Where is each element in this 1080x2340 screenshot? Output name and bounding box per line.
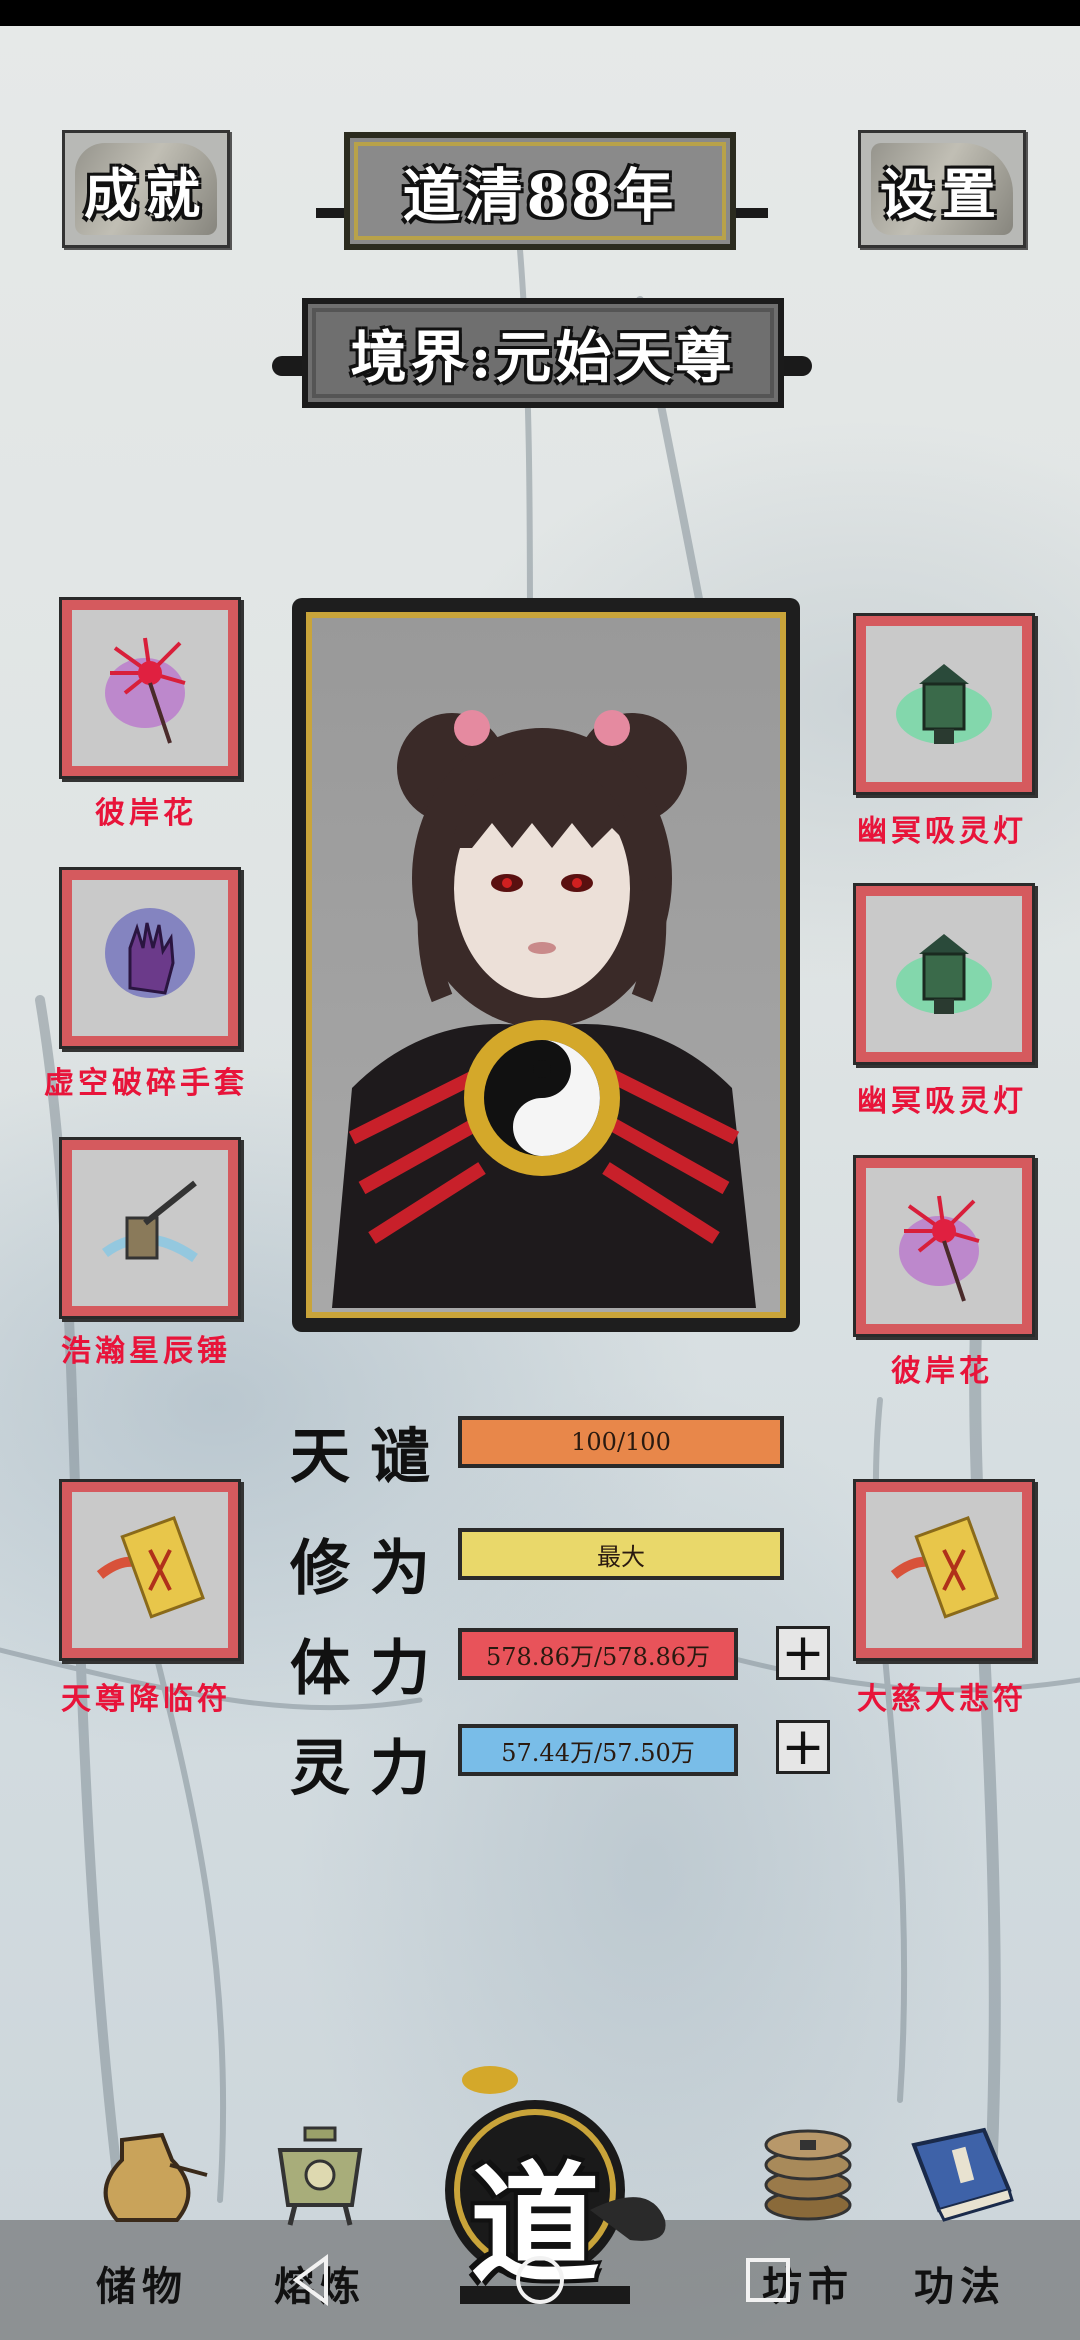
equipment-slot-left-2[interactable]	[62, 870, 238, 1046]
coins-icon	[764, 2129, 852, 2221]
slot-label: 彼岸花	[891, 1354, 993, 1389]
status-bar	[0, 0, 1080, 26]
stat-bar: 最大	[458, 1528, 784, 1580]
nav-storage-label: 储物	[96, 2263, 188, 2310]
slot-label: 虚空破碎手套	[44, 1066, 248, 1101]
talisman-icon	[890, 1516, 999, 1619]
spider-lily-icon	[105, 637, 186, 744]
stat-value: 57.44万/57.50万	[501, 1738, 695, 1767]
stat-label: 体力	[290, 1634, 450, 1704]
nav-skills[interactable]: 功法	[880, 2120, 1040, 2310]
add-stamina-button[interactable]: +	[776, 1626, 830, 1680]
equipment-slot-right-3[interactable]	[856, 1158, 1032, 1334]
equipment-slot-left-4[interactable]	[62, 1482, 238, 1658]
equipment-slot-right-4[interactable]	[856, 1482, 1032, 1658]
spider-lily-icon	[899, 1195, 980, 1302]
void-gauntlet-icon	[105, 908, 195, 998]
stat-value: 100/100	[571, 1428, 671, 1456]
talisman-icon	[96, 1516, 205, 1619]
stat-label: 修为	[290, 1534, 450, 1604]
slot-label: 幽冥吸灵灯	[857, 1084, 1027, 1119]
stat-bar: 57.44万/57.50万	[458, 1724, 738, 1776]
character-portrait-frame	[292, 598, 800, 1332]
slot-label: 天尊降临符	[61, 1682, 231, 1717]
slot-label: 大慈大悲符	[857, 1682, 1027, 1717]
character-avatar	[332, 710, 756, 1308]
nav-storage[interactable]: 储物	[62, 2120, 222, 2310]
achievements-button[interactable]: 成就	[62, 130, 230, 248]
slot-label: 彼岸花	[95, 796, 197, 831]
character-portrait[interactable]	[306, 612, 786, 1318]
pouch-icon	[103, 2132, 208, 2222]
stat-value: 578.86万/578.86万	[485, 1642, 711, 1671]
settings-label: 设置	[880, 161, 1004, 226]
book-icon	[911, 2127, 1014, 2222]
equipment-slot-right-1[interactable]	[856, 616, 1032, 792]
system-back-icon[interactable]	[282, 2250, 342, 2310]
add-spirit-button[interactable]: +	[776, 1720, 830, 1774]
system-recents-icon[interactable]	[738, 2250, 798, 2310]
spirit-lamp-icon	[896, 664, 992, 744]
slot-label: 浩瀚星辰锤	[61, 1334, 231, 1369]
settings-button[interactable]: 设置	[858, 130, 1026, 248]
spirit-lamp-icon	[896, 934, 992, 1014]
equipment-slot-right-2[interactable]	[856, 886, 1032, 1062]
nav-skills-label: 功法	[914, 2263, 1006, 2310]
system-home-icon[interactable]	[510, 2250, 570, 2310]
stat-label: 灵力	[290, 1734, 450, 1804]
achievements-label: 成就	[84, 161, 208, 226]
realm-label: 境界:元始天尊	[350, 324, 736, 391]
stat-value: 最大	[597, 1542, 645, 1571]
stat-bar: 100/100	[458, 1416, 784, 1468]
year-plaque: 道清88年	[344, 132, 736, 250]
cauldron-icon	[277, 2126, 363, 2226]
realm-plaque: 境界:元始天尊	[302, 298, 784, 408]
equipment-slot-left-1[interactable]	[62, 600, 238, 776]
star-hammer-icon	[102, 1180, 198, 1263]
slot-label: 幽冥吸灵灯	[857, 814, 1027, 849]
equipment-slot-left-3[interactable]	[62, 1140, 238, 1316]
stat-bar: 578.86万/578.86万	[458, 1628, 738, 1680]
year-label: 道清88年	[402, 162, 678, 230]
stat-label: 天谴	[290, 1422, 450, 1492]
